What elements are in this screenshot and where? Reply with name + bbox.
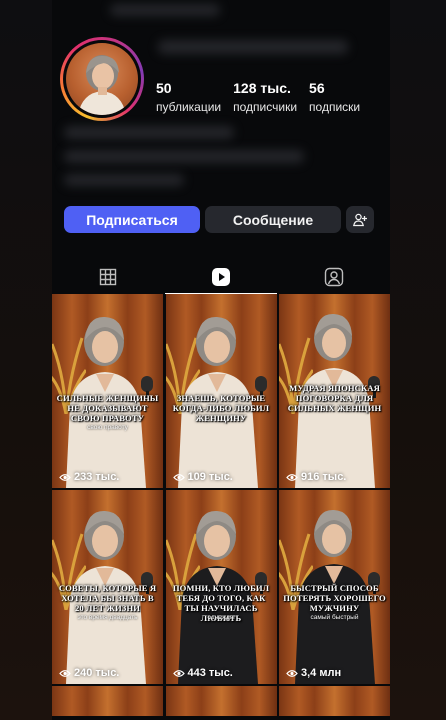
reel-views: 916 тыс. — [286, 471, 346, 483]
eye-icon — [59, 669, 71, 677]
profile-avatar[interactable] — [60, 37, 144, 121]
reel-caption: ЗНАЕШЬ, КОТОРЫЕ КОГДА-ЛИБО ЛЮБИЛ ЖЕНЩИНУ — [172, 393, 270, 423]
followers-count[interactable]: 128 тыс. подписчики — [233, 80, 297, 114]
add-person-button[interactable] — [346, 206, 374, 233]
message-button[interactable]: Сообщение — [205, 206, 341, 233]
avatar-photo — [66, 43, 138, 115]
reel-views: 233 тыс. — [59, 471, 119, 483]
reels-grid: СИЛЬНЫЕ ЖЕНЩИНЫ НЕ ДОКАЗЫВАЮТ СВОЮ ПРАВО… — [52, 294, 390, 716]
reel-subtitle: это время двадцать — [77, 614, 138, 621]
reel-thumbnail[interactable]: СИЛЬНЫЕ ЖЕНЩИНЫ НЕ ДОКАЗЫВАЮТ СВОЮ ПРАВО… — [52, 294, 163, 488]
reel-caption: БЫСТРЫЙ СПОСОБ ПОТЕРЯТЬ ХОРОШЕГО МУЖЧИНУ — [283, 583, 386, 613]
reel-thumbnail[interactable] — [279, 686, 390, 716]
reel-views: 240 тыс. — [59, 667, 119, 679]
username-redacted — [110, 4, 220, 16]
tagged-person-icon — [324, 267, 343, 287]
profile-stats: 50 публикации 128 тыс. подписчики 56 под… — [156, 80, 372, 114]
tab-tagged[interactable] — [277, 260, 390, 294]
bio-redacted — [64, 174, 184, 186]
reel-caption: СИЛЬНЫЕ ЖЕНЩИНЫ НЕ ДОКАЗЫВАЮТ СВОЮ ПРАВО… — [56, 393, 159, 423]
grid-icon — [100, 268, 117, 286]
reel-thumbnail[interactable]: ЗНАЕШЬ, КОТОРЫЕ КОГДА-ЛИБО ЛЮБИЛ ЖЕНЩИНУ… — [165, 294, 277, 488]
reel-subtitle: однажды — [207, 614, 235, 621]
left-backdrop — [0, 0, 52, 720]
eye-icon — [172, 473, 185, 481]
reels-play-icon — [212, 268, 230, 286]
reel-views: 3,4 млн — [286, 667, 341, 679]
reel-thumbnail[interactable]: СОВЕТЫ, КОТОРЫЕ Я ХОТЕЛА БЫ ЗНАТЬ В 20 Л… — [52, 490, 163, 684]
person-add-icon — [353, 213, 367, 226]
profile-screen: 50 публикации 128 тыс. подписчики 56 под… — [52, 0, 390, 720]
follow-button[interactable]: Подписаться — [64, 206, 200, 233]
profile-tabs — [52, 260, 390, 294]
reel-thumbnail[interactable] — [165, 686, 277, 716]
reel-thumbnail[interactable] — [52, 686, 163, 716]
following-count[interactable]: 56 подписки — [309, 80, 360, 114]
tab-posts[interactable] — [52, 260, 165, 294]
tab-reels[interactable] — [164, 260, 278, 294]
reel-views: 443 тыс. — [172, 667, 233, 679]
reel-subtitle: самый быстрый — [310, 614, 359, 621]
display-name-redacted — [158, 40, 348, 54]
bio-redacted — [64, 126, 234, 139]
reel-caption: МУДРАЯ ЯПОНСКАЯ ПОГОВОРКА ДЛЯ СИЛЬНЫХ ЖЕ… — [287, 383, 382, 413]
bio-redacted — [64, 150, 304, 163]
eye-icon — [172, 669, 185, 677]
eye-icon — [286, 669, 298, 677]
posts-count[interactable]: 50 публикации — [156, 80, 221, 114]
reel-thumbnail[interactable]: ПОМНИ, КТО ЛЮБИЛ ТЕБЯ ДО ТОГО, КАК ТЫ НА… — [165, 490, 277, 684]
reel-views: 109 тыс. — [172, 471, 233, 483]
reel-caption: СОВЕТЫ, КОТОРЫЕ Я ХОТЕЛА БЫ ЗНАТЬ В 20 Л… — [58, 583, 157, 613]
reel-subtitle: свою правоту — [87, 424, 128, 431]
reel-thumbnail[interactable]: БЫСТРЫЙ СПОСОБ ПОТЕРЯТЬ ХОРОШЕГО МУЖЧИНУ… — [279, 490, 390, 684]
eye-icon — [286, 473, 298, 481]
right-backdrop — [390, 0, 446, 720]
reel-thumbnail[interactable]: МУДРАЯ ЯПОНСКАЯ ПОГОВОРКА ДЛЯ СИЛЬНЫХ ЖЕ… — [279, 294, 390, 488]
eye-icon — [59, 473, 71, 481]
